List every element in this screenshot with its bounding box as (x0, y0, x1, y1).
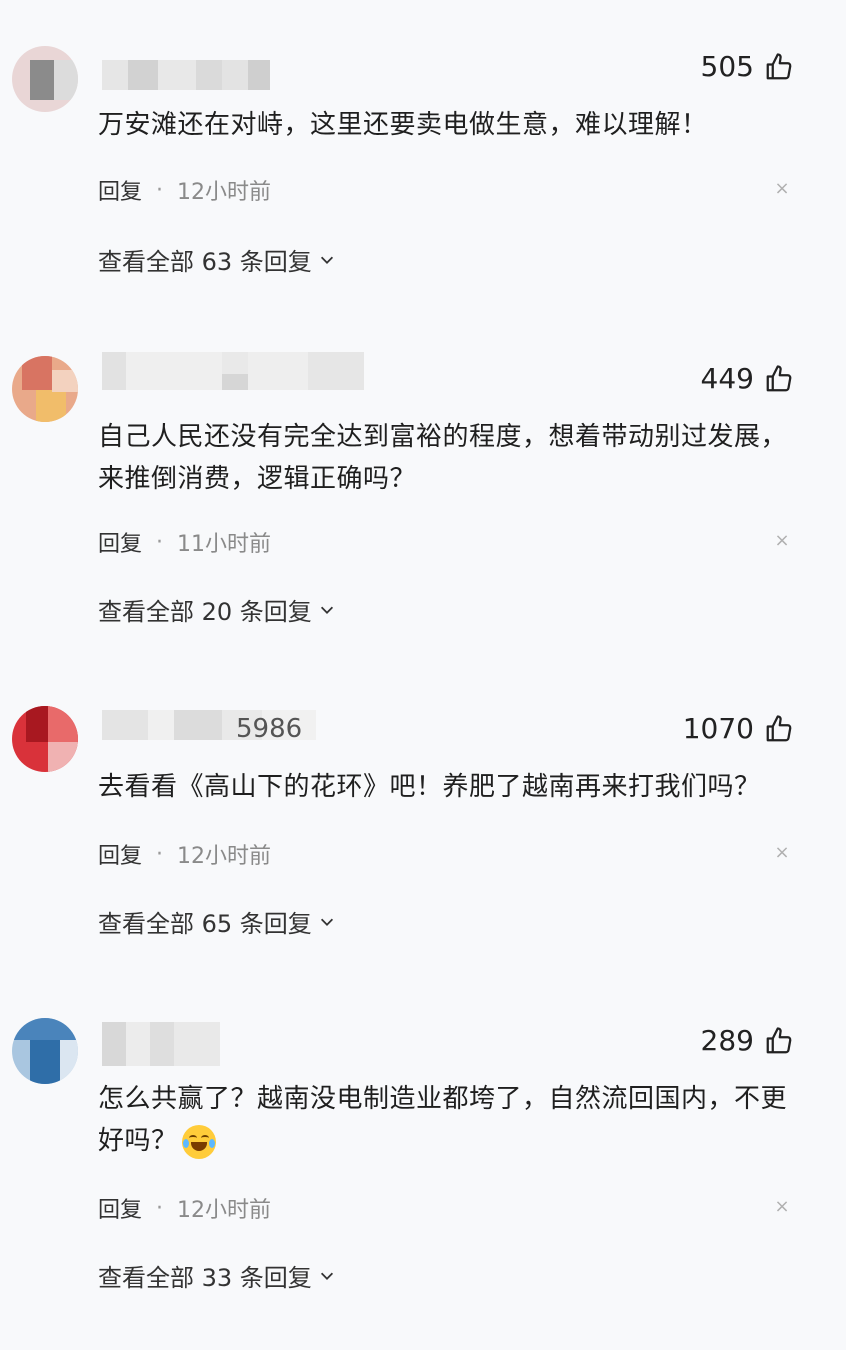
username-blurred[interactable] (102, 352, 364, 390)
chevron-down-icon (320, 256, 333, 264)
separator-dot: · (156, 841, 164, 867)
like-count: 449 (700, 362, 754, 395)
close-icon[interactable]: × (774, 532, 790, 550)
avatar[interactable] (12, 706, 78, 772)
avatar[interactable] (12, 356, 78, 422)
separator-dot: · (156, 177, 164, 203)
reply-button[interactable]: 回复 (98, 526, 142, 558)
close-icon[interactable]: × (774, 180, 790, 198)
like-button[interactable]: 1070 (683, 712, 794, 745)
avatar[interactable] (12, 46, 78, 112)
chevron-down-icon (320, 918, 333, 926)
timestamp: 12小时前 (177, 180, 272, 205)
thumbs-up-icon (766, 364, 792, 391)
username-blurred[interactable] (102, 60, 270, 90)
like-count: 505 (700, 50, 754, 83)
thumbs-up-icon (766, 714, 792, 741)
chevron-down-icon (320, 606, 333, 614)
comment-text: 去看看《高山下的花环》吧！养肥了越南再来打我们吗？ (98, 772, 761, 802)
view-all-replies-label: 查看全部 33 条回复 (98, 1264, 312, 1292)
separator-dot: · (156, 1195, 164, 1221)
comment-text: 怎么共赢了？越南没电制造业都垮了，自然流回国内，不更好吗？ (98, 1078, 803, 1162)
close-icon[interactable]: × (774, 1198, 790, 1216)
like-count: 1070 (682, 712, 754, 745)
username-fragment: 5986 (236, 714, 303, 744)
like-count: 289 (700, 1024, 754, 1057)
view-all-replies-label: 查看全部 65 条回复 (98, 910, 312, 938)
timestamp: 11小时前 (177, 532, 272, 557)
like-button[interactable]: 449 (701, 362, 794, 395)
chevron-down-icon (320, 1272, 333, 1280)
comment-text: 自己人民还没有完全达到富裕的程度，想着带动别过发展，来推倒消费，逻辑正确吗？ (98, 422, 788, 494)
comment-text: 万安滩还在对峙，这里还要卖电做生意，难以理解！ (98, 110, 708, 140)
laughing-crying-emoji-icon (181, 1124, 216, 1159)
view-all-replies-button[interactable]: 查看全部 65 条回复 (98, 904, 336, 939)
timestamp: 12小时前 (177, 1198, 272, 1223)
separator-dot: · (156, 529, 164, 555)
reply-button[interactable]: 回复 (98, 838, 142, 870)
close-icon[interactable]: × (774, 844, 790, 862)
like-button[interactable]: 505 (701, 50, 794, 83)
thumbs-up-icon (766, 52, 792, 79)
reply-button[interactable]: 回复 (98, 174, 142, 206)
reply-button[interactable]: 回复 (98, 1192, 142, 1224)
view-all-replies-button[interactable]: 查看全部 63 条回复 (98, 242, 336, 277)
avatar[interactable] (12, 1018, 78, 1084)
view-all-replies-label: 查看全部 63 条回复 (98, 248, 312, 276)
timestamp: 12小时前 (177, 844, 272, 869)
like-button[interactable]: 289 (701, 1024, 794, 1057)
username-blurred[interactable] (102, 1022, 220, 1066)
view-all-replies-button[interactable]: 查看全部 33 条回复 (98, 1258, 336, 1293)
view-all-replies-button[interactable]: 查看全部 20 条回复 (98, 592, 336, 627)
thumbs-up-icon (766, 1026, 792, 1053)
view-all-replies-label: 查看全部 20 条回复 (98, 598, 312, 626)
